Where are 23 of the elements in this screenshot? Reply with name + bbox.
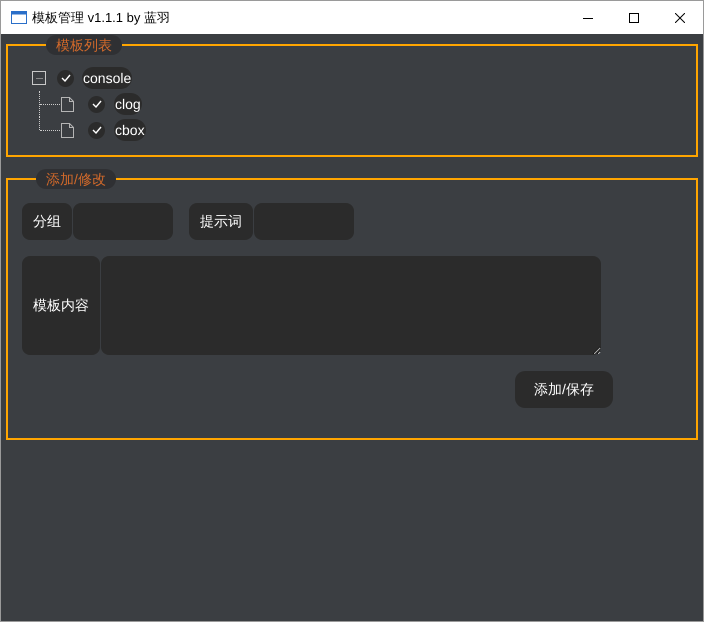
maximize-icon <box>629 12 639 22</box>
file-icon <box>61 122 74 138</box>
check-icon <box>92 100 102 108</box>
tree-item[interactable]: clog <box>114 93 142 115</box>
window-title: 模板管理 v1.1.1 by 蓝羽 <box>32 8 170 27</box>
panel-legend: 模板列表 <box>46 35 122 55</box>
save-button[interactable]: 添加/保存 <box>515 371 613 408</box>
checkbox[interactable] <box>88 122 105 138</box>
panel-legend: 添加/修改 <box>36 169 116 189</box>
field-label: 分组 <box>22 203 72 240</box>
file-icon <box>61 96 74 112</box>
collapse-toggle[interactable] <box>32 71 46 85</box>
input-field[interactable] <box>73 203 173 240</box>
check-icon <box>92 126 102 134</box>
window-icon <box>11 11 27 24</box>
field-label: 模板内容 <box>22 256 100 355</box>
field-label: 提示词 <box>189 203 253 240</box>
tree-item[interactable]: cbox <box>114 119 146 141</box>
tree-item[interactable]: console <box>82 67 132 89</box>
check-icon <box>60 74 70 82</box>
checkbox[interactable] <box>57 70 74 86</box>
checkbox[interactable] <box>88 96 105 112</box>
close-icon <box>675 12 685 22</box>
